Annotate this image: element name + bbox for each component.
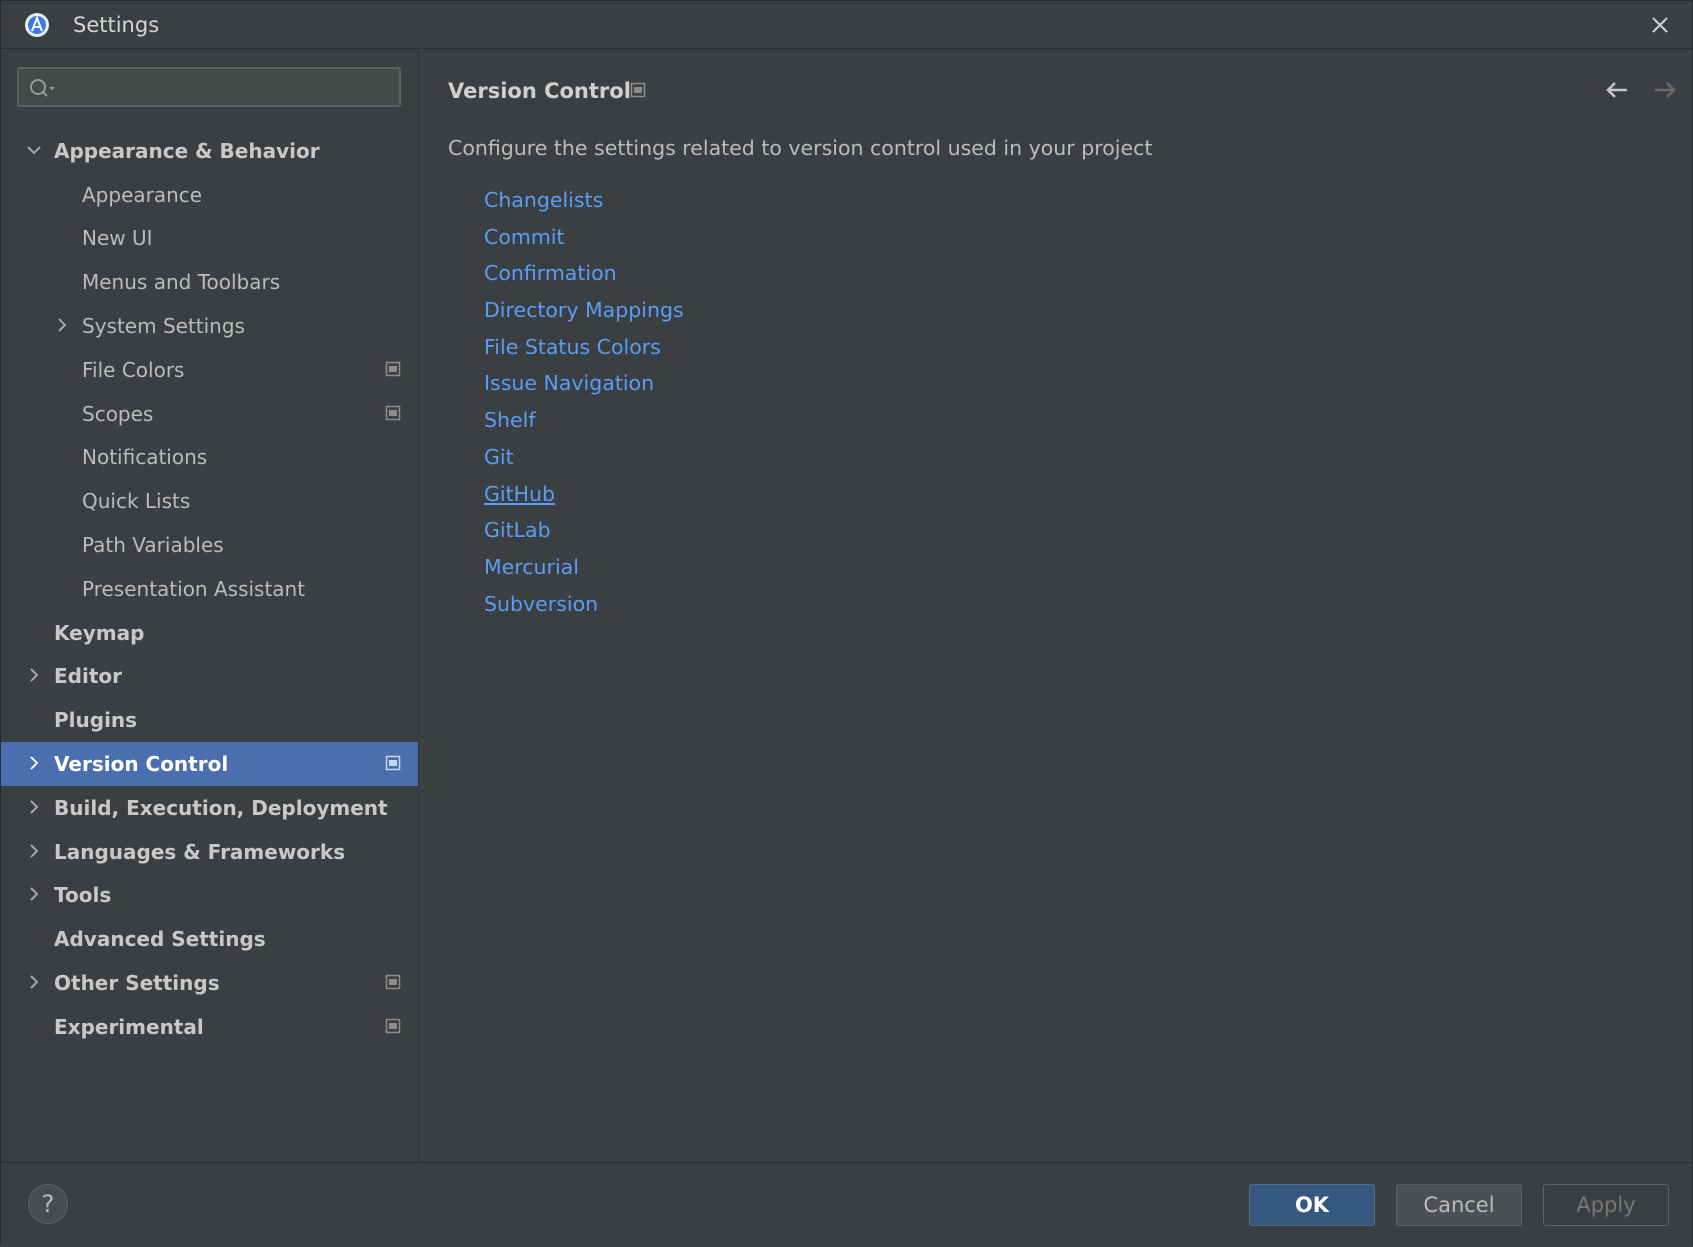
sidebar-item-quick-lists[interactable]: Quick Lists [1, 479, 418, 523]
sidebar-item-other-settings[interactable]: Other Settings [1, 961, 418, 1005]
settings-window: Settings Appearance & Behavior Appearance… [0, 0, 1693, 1247]
arrow-right-icon[interactable] [1650, 75, 1680, 105]
sidebar-item-tools[interactable]: Tools [1, 874, 418, 918]
sidebar-item-label: System Settings [82, 314, 245, 339]
help-icon[interactable]: ? [28, 1184, 68, 1224]
sidebar-item-appearance-behavior[interactable]: Appearance & Behavior [1, 129, 418, 173]
link-shelf[interactable]: Shelf [484, 402, 684, 439]
sidebar-item-appearance[interactable]: Appearance [1, 173, 418, 217]
sidebar-item-system-settings[interactable]: System Settings [1, 304, 418, 348]
chevron-right-icon[interactable] [25, 973, 43, 991]
sidebar-item-label: Tools [54, 883, 112, 908]
sidebar-item-label: Advanced Settings [54, 927, 266, 952]
cancel-button[interactable]: Cancel [1396, 1184, 1522, 1226]
sidebar-item-label: Notifications [82, 445, 208, 470]
sidebar-item-editor[interactable]: Editor [1, 655, 418, 699]
sidebar-item-label: Appearance [82, 182, 203, 207]
sidebar-item-label: Path Variables [82, 533, 224, 558]
link-subversion[interactable]: Subversion [484, 586, 684, 623]
project-scope-icon [385, 361, 401, 377]
settings-sidebar: Appearance & Behavior Appearance New UI Men… [1, 49, 419, 1162]
project-scope-icon [385, 974, 401, 990]
arrow-left-icon[interactable] [1602, 75, 1632, 105]
sidebar-item-advanced-settings[interactable]: Advanced Settings [1, 917, 418, 961]
main-panel: Version Control Configure the settings r… [419, 49, 1692, 1162]
project-scope-icon [385, 1018, 401, 1034]
sidebar-item-label: Other Settings [54, 971, 220, 996]
project-scope-icon [630, 82, 646, 98]
sidebar-item-label: Editor [54, 664, 122, 689]
sidebar-item-label: Build, Execution, Deployment [54, 795, 388, 820]
window-title: Settings [73, 13, 160, 37]
sidebar-item-label: Plugins [54, 708, 138, 733]
sidebar-item-build-execution-deployment[interactable]: Build, Execution, Deployment [1, 786, 418, 830]
link-mercurial[interactable]: Mercurial [484, 549, 684, 586]
title-bar: Settings [1, 1, 1692, 49]
sidebar-item-label: Languages & Frameworks [54, 839, 346, 864]
sidebar-item-plugins[interactable]: Plugins [1, 698, 418, 742]
sidebar-item-label: Keymap [54, 620, 145, 645]
chevron-right-icon[interactable] [25, 885, 43, 903]
sidebar-item-label: Menus and Toolbars [82, 270, 281, 295]
apply-button[interactable]: Apply [1543, 1184, 1669, 1226]
sidebar-item-label: New UI [82, 226, 153, 251]
chevron-down-icon[interactable] [25, 141, 43, 159]
chevron-right-icon[interactable] [25, 798, 43, 816]
sidebar-item-file-colors[interactable]: File Colors [1, 348, 418, 392]
link-file-status-colors[interactable]: File Status Colors [484, 329, 684, 366]
sidebar-item-label: File Colors [82, 357, 185, 382]
chevron-right-icon[interactable] [25, 842, 43, 860]
link-commit[interactable]: Commit [484, 219, 684, 256]
sidebar-item-version-control[interactable]: Version Control [1, 742, 418, 786]
link-directory-mappings[interactable]: Directory Mappings [484, 292, 684, 329]
search-input[interactable] [69, 69, 393, 107]
sidebar-item-label: Experimental [54, 1014, 204, 1039]
settings-tree: Appearance & Behavior Appearance New UI Men… [1, 129, 418, 1049]
sidebar-item-label: Quick Lists [82, 489, 191, 514]
link-github[interactable]: GitHub [484, 476, 684, 513]
sidebar-item-presentation-assistant[interactable]: Presentation Assistant [1, 567, 418, 611]
chevron-right-icon[interactable] [25, 666, 43, 684]
android-studio-logo-icon [25, 13, 49, 37]
sidebar-item-languages-frameworks[interactable]: Languages & Frameworks [1, 830, 418, 874]
search-box[interactable] [17, 67, 401, 107]
link-confirmation[interactable]: Confirmation [484, 255, 684, 292]
sidebar-item-path-variables[interactable]: Path Variables [1, 523, 418, 567]
project-scope-icon [385, 755, 401, 771]
ok-button[interactable]: OK [1249, 1184, 1375, 1226]
link-git[interactable]: Git [484, 439, 684, 476]
chevron-right-icon[interactable] [25, 754, 43, 772]
sidebar-item-keymap[interactable]: Keymap [1, 611, 418, 655]
section-links: Changelists Commit Confirmation Directory M… [484, 182, 684, 622]
sidebar-item-label: Version Control [54, 752, 229, 777]
link-gitlab[interactable]: GitLab [484, 512, 684, 549]
sidebar-item-label: Scopes [82, 401, 154, 426]
page-description: Configure the settings related to versio… [448, 136, 1153, 160]
project-scope-icon [385, 405, 401, 420]
sidebar-item-new-ui[interactable]: New UI [1, 217, 418, 261]
sidebar-item-label: Appearance & Behavior [54, 138, 320, 163]
sidebar-item-label: Presentation Assistant [82, 576, 306, 601]
link-issue-navigation[interactable]: Issue Navigation [484, 365, 684, 402]
search-icon[interactable] [29, 77, 59, 99]
close-icon[interactable] [1646, 11, 1674, 39]
sidebar-item-menus-and-toolbars[interactable]: Menus and Toolbars [1, 260, 418, 304]
dialog-footer: ? OK Cancel Apply [1, 1162, 1692, 1247]
chevron-right-icon[interactable] [53, 316, 71, 334]
sidebar-item-scopes[interactable]: Scopes [1, 392, 418, 436]
sidebar-item-experimental[interactable]: Experimental [1, 1005, 418, 1049]
page-title: Version Control [448, 79, 631, 103]
link-changelists[interactable]: Changelists [484, 182, 684, 219]
sidebar-item-notifications[interactable]: Notifications [1, 436, 418, 480]
